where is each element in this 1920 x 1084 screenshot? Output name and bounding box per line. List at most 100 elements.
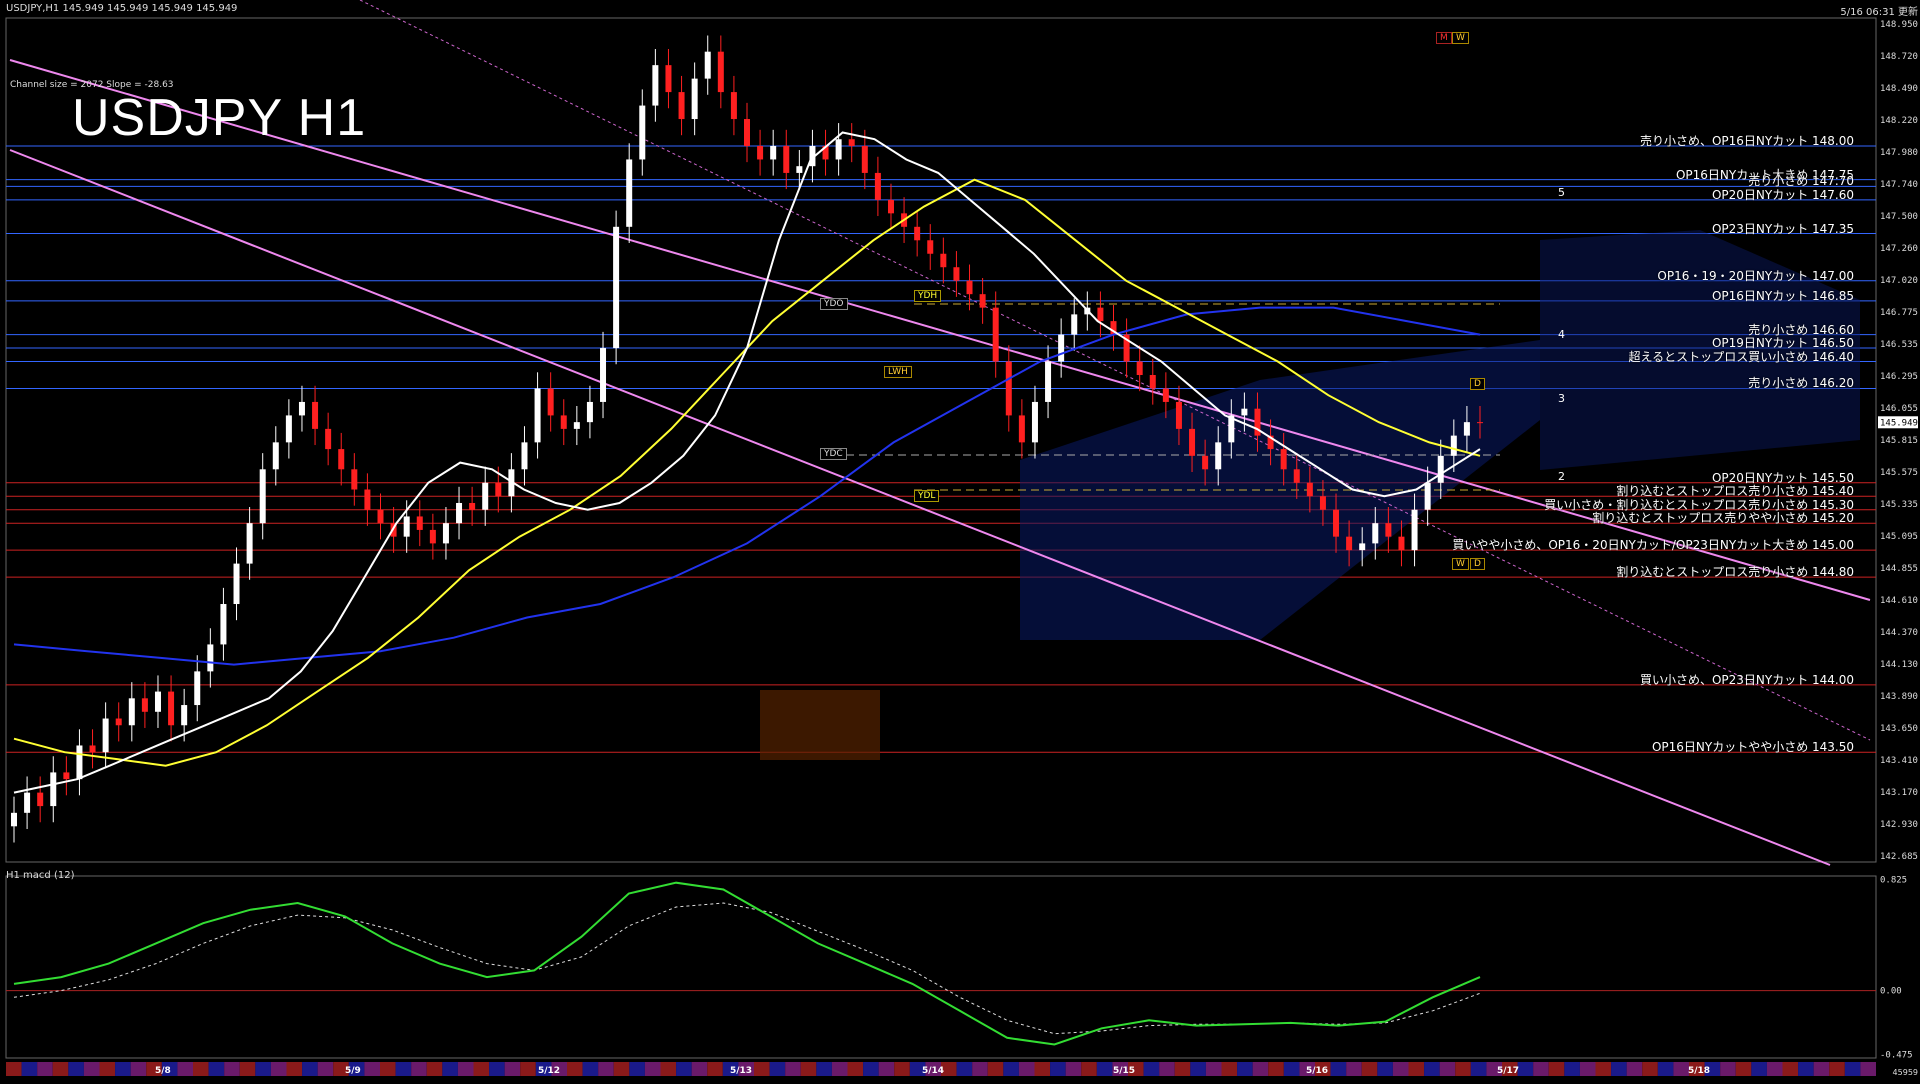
date-strip-cell bbox=[1813, 1062, 1830, 1076]
date-strip-cell bbox=[426, 1062, 443, 1076]
candle-body bbox=[24, 792, 31, 813]
date-strip-cell bbox=[831, 1062, 848, 1076]
date-strip-cell bbox=[1143, 1062, 1160, 1076]
level-label: 買いやや小さめ、OP16・20日NYカット/OP23日NYカット大きめ 145.… bbox=[1452, 538, 1854, 553]
ydl-tag: YDL bbox=[914, 490, 940, 502]
date-strip-cell bbox=[1174, 1062, 1191, 1076]
date-strip-cell bbox=[878, 1062, 895, 1076]
date-tick-label: 5/17 bbox=[1497, 1066, 1519, 1076]
date-strip-cell bbox=[457, 1062, 474, 1076]
price-tick-label: 144.855 bbox=[1880, 564, 1918, 574]
price-tick-label: 147.260 bbox=[1880, 244, 1918, 254]
date-strip-cell bbox=[130, 1062, 147, 1076]
bottom-right-value: 45959 bbox=[1892, 1068, 1918, 1077]
candle-body bbox=[626, 159, 633, 227]
candle-body bbox=[1071, 314, 1078, 335]
price-tick-label: 147.980 bbox=[1880, 148, 1918, 158]
candle-body bbox=[63, 772, 70, 780]
date-tick-label: 5/9 bbox=[345, 1066, 361, 1076]
candle-body bbox=[835, 139, 842, 160]
price-tick-label: 142.685 bbox=[1880, 852, 1918, 862]
candle-body bbox=[560, 415, 567, 429]
candle-body bbox=[1241, 408, 1248, 416]
candle-body bbox=[482, 482, 489, 510]
candle-body bbox=[207, 644, 214, 672]
date-tick-label: 5/15 bbox=[1113, 1066, 1135, 1076]
date-strip-cell bbox=[598, 1062, 614, 1076]
symbol-line: USDJPY,H1 145.949 145.949 145.949 145.94… bbox=[6, 3, 238, 14]
candle-body bbox=[89, 745, 96, 753]
price-tick-label: 145.095 bbox=[1880, 532, 1918, 542]
date-strip-cell bbox=[1844, 1062, 1861, 1076]
candle-body bbox=[259, 469, 266, 524]
candle-body bbox=[992, 307, 999, 362]
date-strip-cell bbox=[1003, 1062, 1019, 1076]
date-strip-cell bbox=[894, 1062, 910, 1076]
date-strip-cell bbox=[1829, 1062, 1845, 1076]
date-strip-cell bbox=[193, 1062, 209, 1076]
date-strip-cell bbox=[1050, 1062, 1066, 1076]
candle-body bbox=[429, 529, 436, 544]
date-strip-cell bbox=[1439, 1062, 1456, 1076]
candle-body bbox=[1398, 536, 1405, 551]
candle-body bbox=[272, 442, 279, 470]
date-strip-cell bbox=[364, 1062, 380, 1076]
date-strip-cell bbox=[1720, 1062, 1736, 1076]
candle-body bbox=[1189, 428, 1196, 456]
price-tick-label: 146.295 bbox=[1880, 372, 1918, 382]
candle-body bbox=[547, 388, 554, 416]
date-strip-cell bbox=[1252, 1062, 1269, 1076]
level-label: 割り込むとストップロス売り小さめ 144.80 bbox=[1616, 565, 1854, 580]
date-strip-cell bbox=[489, 1062, 505, 1076]
d2-tag: D bbox=[1470, 558, 1485, 570]
candle-body bbox=[534, 388, 541, 443]
chart-stage: 148.950 148.720 148.490 148.220 147.980 147.7… bbox=[0, 0, 1920, 1080]
candle-body bbox=[128, 698, 135, 726]
level-label: OP23日NYカット 147.35 bbox=[1711, 221, 1854, 236]
date-strip-cell bbox=[317, 1062, 334, 1076]
date-strip-cell bbox=[1657, 1062, 1674, 1076]
candle-body bbox=[573, 422, 580, 429]
date-strip-cell bbox=[1751, 1062, 1767, 1076]
current-price-label: 145.949 bbox=[1880, 418, 1918, 428]
date-strip-cell bbox=[115, 1062, 131, 1076]
candle-body bbox=[1005, 361, 1012, 416]
level-label: 割り込むとストップロス売りやや小さめ 145.20 bbox=[1592, 511, 1854, 526]
candle-body bbox=[861, 145, 868, 173]
price-tick-label: 146.535 bbox=[1880, 340, 1918, 350]
date-strip-cell bbox=[754, 1062, 770, 1076]
candle-body bbox=[730, 92, 737, 120]
date-tick-label: 5/18 bbox=[1688, 1066, 1710, 1076]
date-strip-cell bbox=[208, 1062, 225, 1076]
candle-body bbox=[874, 172, 881, 200]
candle-body bbox=[1149, 374, 1156, 389]
candle-body bbox=[979, 294, 986, 308]
candle-body bbox=[377, 509, 384, 524]
candle-body bbox=[338, 449, 345, 470]
candle-body bbox=[704, 51, 711, 79]
candle-body bbox=[1372, 523, 1379, 544]
date-strip-cell bbox=[863, 1062, 879, 1076]
date-strip-cell bbox=[37, 1062, 53, 1076]
ydo-tag: YDO bbox=[820, 298, 848, 310]
wave-label-3: 3 bbox=[1558, 392, 1565, 405]
price-tick-label: 144.130 bbox=[1880, 660, 1918, 670]
date-strip-cell bbox=[972, 1062, 988, 1076]
candle-body bbox=[1175, 401, 1182, 429]
macd-label: H1 macd (12) bbox=[6, 870, 75, 881]
candle-body bbox=[639, 105, 646, 160]
date-strip-cell bbox=[1798, 1062, 1814, 1076]
price-tick-label: 143.410 bbox=[1880, 756, 1918, 766]
level-label: OP20日NYカット 147.60 bbox=[1711, 187, 1854, 202]
date-strip-cell bbox=[1673, 1062, 1689, 1076]
lwh-tag: LWH bbox=[884, 366, 912, 378]
candle-body bbox=[953, 267, 960, 281]
date-strip-cell bbox=[177, 1062, 193, 1076]
candle-body bbox=[1319, 496, 1326, 510]
date-strip-cell bbox=[255, 1062, 271, 1076]
date-strip-cell bbox=[302, 1062, 318, 1076]
date-strip-cell bbox=[224, 1062, 240, 1076]
date-strip-cell bbox=[1579, 1062, 1596, 1076]
candle-body bbox=[665, 65, 672, 93]
date-strip-cell bbox=[567, 1062, 583, 1076]
